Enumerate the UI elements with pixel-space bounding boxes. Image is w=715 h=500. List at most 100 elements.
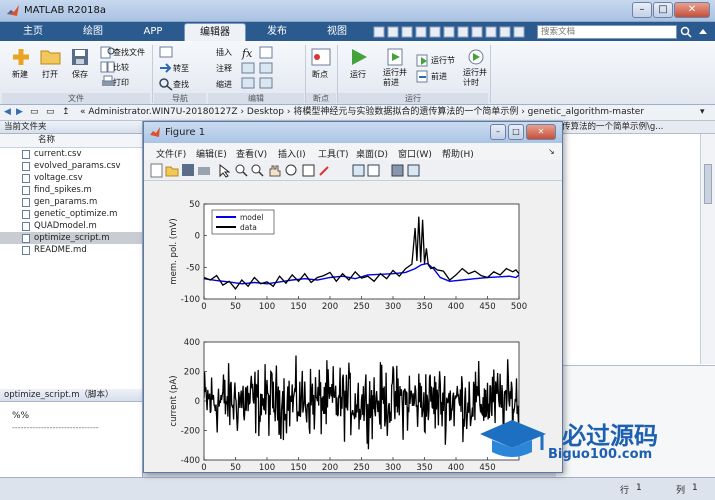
help-toolstrip-icon[interactable] (697, 26, 709, 38)
tab-publish[interactable]: 发布 (248, 23, 306, 41)
search-icon[interactable] (680, 26, 692, 38)
quick-access-icons[interactable] (372, 25, 532, 39)
run-icon[interactable] (348, 47, 370, 67)
menu-view[interactable]: 查看(V) (236, 147, 267, 160)
run-button[interactable]: 运行 (350, 69, 366, 80)
close-button[interactable]: ✕ (674, 2, 710, 18)
legend-label: model (240, 213, 263, 222)
maximize-button[interactable]: □ (653, 2, 673, 18)
file-name: QUADmodel.m (34, 221, 97, 231)
address-bar[interactable]: ◀ ▶ ▭ ▭ ↥ « Administrator.WIN7U-20180127… (0, 105, 715, 121)
advance-icon (416, 70, 428, 83)
file-name: find_spikes.m (34, 185, 92, 195)
comment-button[interactable]: 注释 (216, 63, 232, 74)
insert-button[interactable]: 插入 (216, 47, 232, 58)
file-list-item[interactable]: current.csv (0, 148, 142, 160)
y-tick-label: 400 (184, 338, 200, 348)
compare-button[interactable]: 比较 (113, 62, 129, 73)
run-section-button[interactable]: 运行节 (431, 55, 455, 66)
menu-file[interactable]: 文件(F) (156, 147, 186, 160)
back-arrow-icon[interactable]: ◀ (4, 105, 11, 120)
file-list-item[interactable]: find_spikes.m (0, 184, 142, 196)
run-advance-icon[interactable] (386, 47, 406, 67)
nav-group-label: 导航 (154, 93, 206, 104)
breakpoints-icon[interactable] (310, 47, 332, 67)
run-advance-button[interactable]: 运行并 前进 (383, 68, 407, 88)
open-button[interactable]: 打开 (42, 69, 58, 80)
advance-button[interactable]: 前进 (431, 71, 447, 82)
svg-text:fx: fx (241, 47, 253, 60)
goto-button[interactable]: 转至 (173, 63, 189, 74)
print-button[interactable]: 打印 (113, 77, 129, 88)
tab-plots[interactable]: 绘图 (64, 23, 122, 41)
folder-up-icon[interactable]: ↥ (62, 105, 70, 120)
current-folder-panel: 当前文件夹 名称 current.csv evolved_params.csv vo… (0, 121, 143, 477)
open-folder-icon[interactable] (40, 48, 62, 66)
tab-view[interactable]: 视图 (308, 23, 366, 41)
file-icon (22, 210, 30, 219)
breakpoints-group-label: 断点 (306, 93, 336, 104)
figure-minimize-button[interactable]: – (490, 124, 506, 140)
run-and-time-icon[interactable] (466, 47, 486, 67)
file-name: optimize_script.m (34, 233, 110, 243)
tab-apps[interactable]: APP (124, 23, 182, 41)
forward-arrow-icon[interactable]: ▶ (16, 105, 23, 120)
tab-home[interactable]: 主页 (4, 23, 62, 41)
figure-close-button[interactable]: ✕ (526, 124, 556, 140)
figure-maximize-button[interactable]: □ (508, 124, 524, 140)
file-list-item[interactable]: evolved_params.csv (0, 160, 142, 172)
indent-button[interactable]: 缩进 (216, 79, 232, 90)
save-button[interactable]: 保存 (72, 69, 88, 80)
file-list-item[interactable]: gen_params.m (0, 196, 142, 208)
current-folder-path[interactable]: « Administrator.WIN7U-20180127Z › Deskto… (80, 105, 644, 120)
menu-tools[interactable]: 工具(T) (318, 147, 349, 160)
quick-access-toolbar (372, 25, 532, 39)
graduation-cap-logo-icon (480, 420, 546, 457)
insert-icon (159, 46, 173, 58)
figure-toolbar-icons[interactable] (150, 163, 450, 178)
file-list-item[interactable]: voltage.csv (0, 172, 142, 184)
y-tick-label: 200 (184, 368, 200, 378)
breakpoints-button[interactable]: 断点 (312, 69, 328, 80)
figure-toolbar (144, 160, 562, 181)
search-documentation-input[interactable]: 搜索文档 (537, 25, 677, 39)
watermark-url: Biguo100.com (548, 447, 653, 462)
window-title: MATLAB R2018a (24, 5, 107, 16)
file-list-item[interactable]: README.md (0, 244, 142, 256)
menu-dock-icon[interactable]: ↘ (548, 147, 555, 156)
menu-desktop[interactable]: 桌面(D) (356, 147, 388, 160)
run-and-time-button[interactable]: 运行并 计时 (463, 68, 487, 88)
file-name: README.md (34, 245, 87, 255)
tab-editor[interactable]: 编辑器 (184, 23, 246, 41)
name-column-header[interactable]: 名称 (0, 134, 142, 148)
file-icon (22, 186, 30, 195)
ribbon: 新建 打开 保存 查找文件 比较 打印 文件 插入 注释 缩进 转至 查找 导航… (0, 41, 715, 105)
scrollbar-thumb[interactable] (704, 164, 712, 204)
menu-edit[interactable]: 编辑(E) (196, 147, 227, 160)
find-files-button[interactable]: 查找文件 (113, 47, 145, 58)
find-button[interactable]: 查找 (173, 79, 189, 90)
address-dropdown-icon[interactable]: ▾ (700, 105, 705, 120)
menu-insert[interactable]: 插入(I) (278, 147, 306, 160)
file-list-item[interactable]: optimize_script.m (0, 232, 142, 244)
new-icon[interactable] (10, 47, 32, 67)
edit-tools-icons[interactable]: fx (240, 45, 300, 91)
new-button[interactable]: 新建 (12, 69, 28, 80)
x-tick-label: 400 (448, 302, 464, 312)
file-list-item[interactable]: genetic_optimize.m (0, 208, 142, 220)
file-list-item[interactable]: QUADmodel.m (0, 220, 142, 232)
menu-window[interactable]: 窗口(W) (398, 147, 432, 160)
editor-scrollbar[interactable] (700, 134, 715, 364)
details-title: optimize_script.m（脚本） (0, 389, 142, 402)
window-title-bar: MATLAB R2018a – □ ✕ (0, 0, 715, 22)
run-group-label: 运行 (338, 93, 488, 104)
details-panel-header: optimize_script.m（脚本） (0, 389, 142, 403)
x-tick-label: 250 (353, 463, 369, 472)
editor-tab[interactable]: 传算法的一个简单示例\g... (556, 121, 715, 134)
minimize-button[interactable]: – (632, 2, 652, 18)
save-icon[interactable] (70, 47, 90, 67)
up-folder-icon[interactable]: ▭ (30, 105, 39, 120)
menu-help[interactable]: 帮助(H) (442, 147, 474, 160)
browse-folder-icon[interactable]: ▭ (46, 105, 55, 120)
watermark: 必过源码 Biguo100.com (476, 414, 696, 466)
